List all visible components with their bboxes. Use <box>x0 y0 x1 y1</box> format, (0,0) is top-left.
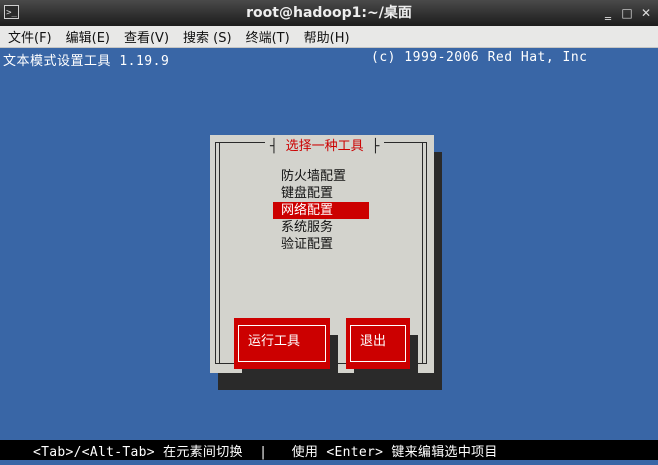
tool-list: 防火墙配置 键盘配置 网络配置 系统服务 验证配置 <box>273 168 369 253</box>
dialog-title: ┤ 选择一种工具 ├ <box>265 135 385 154</box>
list-item-authentication[interactable]: 验证配置 <box>273 236 369 253</box>
close-button[interactable]: ✕ <box>639 6 653 20</box>
copyright-header: (c) 1999-2006 Red Hat, Inc <box>371 50 588 65</box>
keyboard-hint: <Tab>/<Alt-Tab> 在元素间切换 | 使用 <Enter> 键来编辑… <box>33 445 498 460</box>
frame-inner-left-line <box>219 143 220 363</box>
status-line: <Tab>/<Alt-Tab> 在元素间切换 | 使用 <Enter> 键来编辑… <box>0 440 658 460</box>
list-item-firewall[interactable]: 防火墙配置 <box>273 168 369 185</box>
menu-view[interactable]: 查看(V) <box>116 27 175 46</box>
menu-search[interactable]: 搜索 (S) <box>175 27 238 46</box>
title-left-bar: ┤ <box>270 139 278 154</box>
terminal-area[interactable]: 文本模式设置工具 1.19.9 (c) 1999-2006 Red Hat, I… <box>0 48 658 465</box>
run-tool-label: 运行工具 <box>248 334 301 349</box>
maximize-button[interactable]: □ <box>620 6 634 20</box>
quit-button[interactable]: 退出 <box>346 318 410 369</box>
menu-help[interactable]: 帮助(H) <box>296 27 356 46</box>
list-item-keyboard[interactable]: 键盘配置 <box>273 185 369 202</box>
quit-label: 退出 <box>360 334 387 349</box>
run-tool-button[interactable]: 运行工具 <box>234 318 330 369</box>
title-right-bar: ├ <box>371 139 380 154</box>
window-title-bar: >_ root@hadoop1:~/桌面 ‗ □ ✕ <box>0 0 658 26</box>
tool-select-dialog: ┤ 选择一种工具 ├ 防火墙配置 键盘配置 网络配置 系统服务 验证配置 运行工… <box>210 135 434 386</box>
list-item-network[interactable]: 网络配置 <box>273 202 369 219</box>
menu-edit[interactable]: 编辑(E) <box>58 27 116 46</box>
menu-file[interactable]: 文件(F) <box>0 27 58 46</box>
list-item-services[interactable]: 系统服务 <box>273 219 369 236</box>
minimize-button[interactable]: ‗ <box>601 6 615 20</box>
frame-inner-right-line <box>422 143 423 363</box>
menu-bar: 文件(F) 编辑(E) 查看(V) 搜索 (S) 终端(T) 帮助(H) <box>0 26 658 48</box>
dialog-title-text: 选择一种工具 <box>285 139 364 154</box>
menu-terminal[interactable]: 终端(T) <box>238 27 296 46</box>
window-title: root@hadoop1:~/桌面 <box>246 5 412 21</box>
tool-name-header: 文本模式设置工具 1.19.9 <box>3 54 170 69</box>
